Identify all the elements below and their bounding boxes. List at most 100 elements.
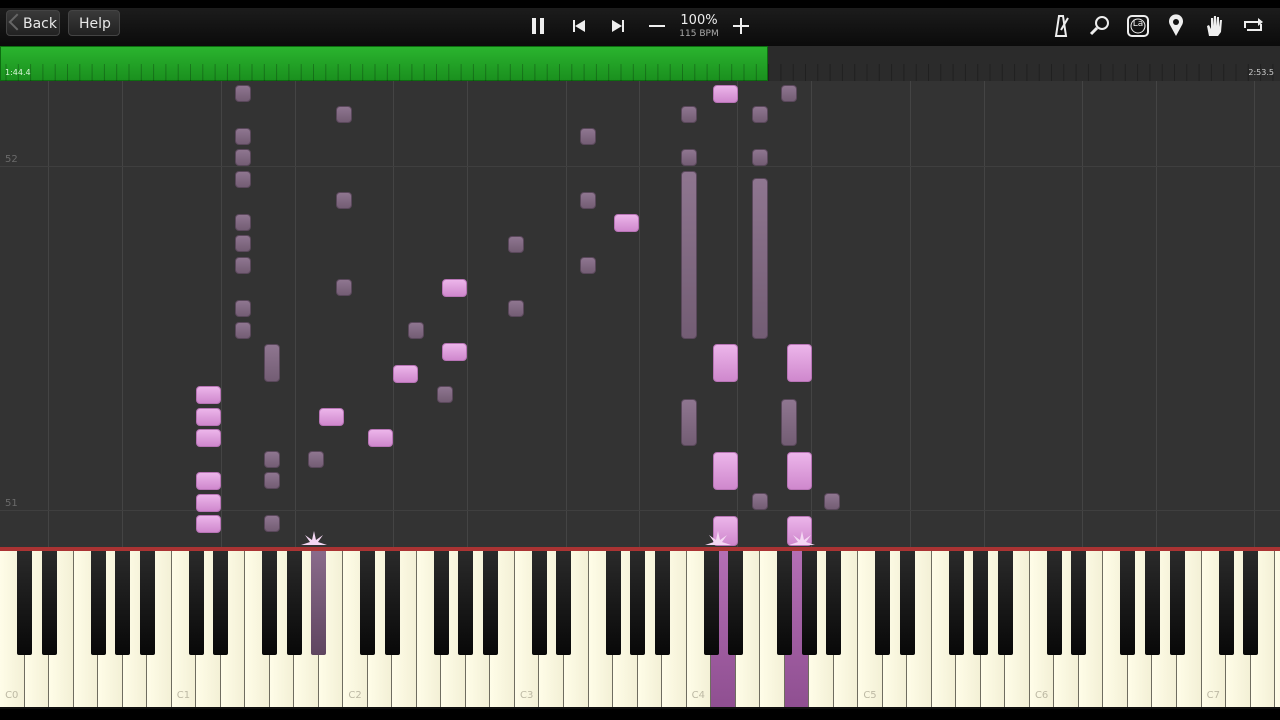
note [264,515,280,532]
note [713,85,738,103]
back-button[interactable]: Back [6,10,60,36]
black-key[interactable] [1243,551,1259,655]
note [235,300,251,317]
black-key[interactable] [899,551,915,655]
black-key[interactable] [41,551,57,655]
black-key[interactable] [311,551,327,655]
grid-line [1082,81,1083,547]
black-key[interactable] [286,551,302,655]
help-button[interactable]: Help [68,10,120,36]
black-key[interactable] [531,551,547,655]
grid-line [984,81,985,547]
marker-icon[interactable] [1162,12,1190,40]
black-key[interactable] [262,551,278,655]
note [235,149,251,166]
search-icon[interactable] [1086,12,1114,40]
black-key[interactable] [384,551,400,655]
note [235,128,251,145]
note [681,149,697,166]
label-icon[interactable]: La [1124,12,1152,40]
grid-line [221,81,222,547]
note [681,171,697,339]
black-key[interactable] [90,551,106,655]
note [235,85,251,102]
black-key[interactable] [997,551,1013,655]
elapsed-time: 1:44.4 [5,68,31,77]
grid-line [639,81,640,547]
grid-line [393,81,394,547]
white-key[interactable] [1275,551,1280,707]
black-key[interactable] [826,551,842,655]
note [752,106,768,123]
note [235,171,251,188]
black-key[interactable] [1169,551,1185,655]
loop-icon[interactable] [1239,12,1267,40]
sparkle-icon [301,531,327,545]
octave-label: C1 [176,690,191,701]
bottom-bar [0,709,1280,720]
octave-label: C0 [5,690,19,701]
piano-keyboard[interactable]: C0 C1 C2 C3 C4 C5 C6 C7 [0,551,1280,709]
note [752,493,768,510]
black-key[interactable] [458,551,474,655]
black-key[interactable] [703,551,719,655]
black-key[interactable] [17,551,33,655]
black-key[interactable] [654,551,670,655]
black-key[interactable] [115,551,131,655]
note [752,178,768,339]
song-progress-bar[interactable] [0,46,1280,81]
grid-line [910,81,911,547]
note [336,279,352,296]
grid-line [122,81,123,547]
note [196,494,221,512]
note [442,279,467,297]
black-key[interactable] [728,551,744,655]
black-key[interactable] [1046,551,1062,655]
pause-icon[interactable] [524,12,552,40]
black-key[interactable] [139,551,155,655]
note [235,257,251,274]
black-key[interactable] [482,551,498,655]
grid-line [566,81,567,547]
zoom-out-icon[interactable] [643,12,671,40]
note [580,257,596,274]
hand-icon[interactable] [1200,12,1228,40]
note [787,452,812,490]
note [752,149,768,166]
note [235,214,251,231]
note [681,106,697,123]
black-key[interactable] [433,551,449,655]
note [336,106,352,123]
black-key[interactable] [801,551,817,655]
metronome-icon[interactable] [1047,12,1075,40]
black-key[interactable] [1120,551,1136,655]
black-key[interactable] [1218,551,1234,655]
octave-label: C2 [348,690,362,701]
note [580,128,596,145]
black-key[interactable] [1144,551,1160,655]
black-key[interactable] [875,551,891,655]
black-key[interactable] [1071,551,1087,655]
black-key[interactable] [213,551,229,655]
note [681,399,697,446]
toolbar: Back Help 100% 115 BPM La [0,0,1280,46]
previous-icon[interactable] [565,12,593,40]
black-key[interactable] [948,551,964,655]
note [713,452,738,490]
note [368,429,393,447]
black-key[interactable] [777,551,793,655]
zoom-in-icon[interactable] [727,12,755,40]
black-key[interactable] [360,551,376,655]
next-icon[interactable] [604,12,632,40]
note [264,472,280,489]
black-key[interactable] [605,551,621,655]
black-key[interactable] [188,551,204,655]
note [781,85,797,102]
octave-label: C5 [863,690,877,701]
note [196,515,221,533]
octave-label: C6 [1034,690,1049,701]
grid-line [1254,81,1255,547]
black-key[interactable] [973,551,989,655]
black-key[interactable] [556,551,572,655]
black-key[interactable] [630,551,646,655]
